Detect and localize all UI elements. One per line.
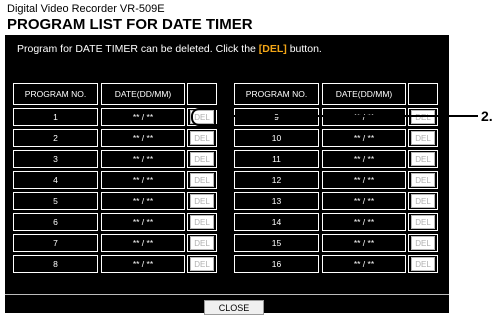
- del-button[interactable]: DEL: [190, 152, 214, 166]
- program-number: 15: [234, 234, 319, 252]
- del-button[interactable]: DEL: [190, 131, 214, 145]
- program-date: ** / **: [101, 192, 185, 210]
- del-button[interactable]: DEL: [190, 257, 214, 271]
- program-date: ** / **: [322, 108, 406, 126]
- callout-line: [230, 115, 478, 117]
- header-del: [187, 83, 217, 105]
- program-number: 7: [13, 234, 98, 252]
- footer-divider: [5, 294, 449, 295]
- header-del: [408, 83, 438, 105]
- del-cell: DEL: [187, 171, 217, 189]
- del-cell: DEL: [187, 192, 217, 210]
- program-date: ** / **: [322, 129, 406, 147]
- program-date: ** / **: [101, 171, 185, 189]
- del-button[interactable]: DEL: [411, 131, 435, 145]
- close-button[interactable]: CLOSE: [204, 300, 264, 315]
- program-number: 1: [13, 108, 98, 126]
- del-cell: DEL: [187, 150, 217, 168]
- program-date: ** / **: [322, 150, 406, 168]
- del-cell: DEL: [408, 150, 438, 168]
- del-cell: DEL: [187, 255, 217, 273]
- instruction-prefix: Program for DATE TIMER can be deleted. C…: [17, 43, 259, 55]
- program-number: 8: [13, 255, 98, 273]
- header-date: DATE(DD/MM): [101, 83, 185, 105]
- program-number: 16: [234, 255, 319, 273]
- program-number: 5: [13, 192, 98, 210]
- del-button[interactable]: DEL: [411, 257, 435, 271]
- program-date: ** / **: [101, 129, 185, 147]
- header-program-no: PROGRAM NO.: [13, 83, 98, 105]
- del-button[interactable]: DEL: [190, 215, 214, 229]
- program-date: ** / **: [322, 192, 406, 210]
- del-button[interactable]: DEL: [190, 236, 214, 250]
- header-date: DATE(DD/MM): [322, 83, 406, 105]
- instruction-text: Program for DATE TIMER can be deleted. C…: [17, 43, 322, 55]
- program-number: 2: [13, 129, 98, 147]
- del-cell: DEL: [187, 129, 217, 147]
- program-date: ** / **: [101, 150, 185, 168]
- del-cell: DEL: [408, 192, 438, 210]
- app-title: Digital Video Recorder VR-509E: [7, 3, 165, 15]
- program-number: 14: [234, 213, 319, 231]
- dvr-window: Digital Video Recorder VR-509E PROGRAM L…: [5, 3, 449, 315]
- del-button[interactable]: DEL: [190, 173, 214, 187]
- program-date: ** / **: [322, 255, 406, 273]
- del-button[interactable]: DEL: [411, 173, 435, 187]
- callout-ring: [191, 108, 231, 126]
- del-cell: DEL: [408, 108, 438, 126]
- del-cell: DEL: [408, 213, 438, 231]
- del-cell: DEL: [408, 234, 438, 252]
- del-key-highlight: [DEL]: [258, 43, 287, 55]
- del-cell: DEL: [408, 171, 438, 189]
- title-bar: Digital Video Recorder VR-509E PROGRAM L…: [5, 3, 449, 35]
- program-number: 12: [234, 171, 319, 189]
- del-button[interactable]: DEL: [411, 110, 435, 124]
- program-number: 6: [13, 213, 98, 231]
- program-number: 13: [234, 192, 319, 210]
- del-button[interactable]: DEL: [190, 194, 214, 208]
- del-button[interactable]: DEL: [411, 236, 435, 250]
- program-date: ** / **: [101, 234, 185, 252]
- program-number: 11: [234, 150, 319, 168]
- del-cell: DEL: [408, 255, 438, 273]
- program-date: ** / **: [322, 213, 406, 231]
- del-button[interactable]: DEL: [411, 215, 435, 229]
- del-button[interactable]: DEL: [411, 152, 435, 166]
- del-button[interactable]: DEL: [411, 194, 435, 208]
- program-number: 4: [13, 171, 98, 189]
- del-cell: DEL: [187, 234, 217, 252]
- program-number: 9: [234, 108, 319, 126]
- program-date: ** / **: [101, 255, 185, 273]
- program-number: 3: [13, 150, 98, 168]
- program-number: 10: [234, 129, 319, 147]
- del-cell: DEL: [408, 129, 438, 147]
- program-date: ** / **: [101, 213, 185, 231]
- program-date: ** / **: [322, 171, 406, 189]
- instruction-suffix: button.: [286, 43, 322, 55]
- program-date: ** / **: [322, 234, 406, 252]
- del-cell: DEL: [187, 213, 217, 231]
- program-date: ** / **: [101, 108, 185, 126]
- header-program-no: PROGRAM NO.: [234, 83, 319, 105]
- callout-label: 2.: [481, 108, 493, 124]
- page-title: PROGRAM LIST FOR DATE TIMER: [7, 16, 253, 33]
